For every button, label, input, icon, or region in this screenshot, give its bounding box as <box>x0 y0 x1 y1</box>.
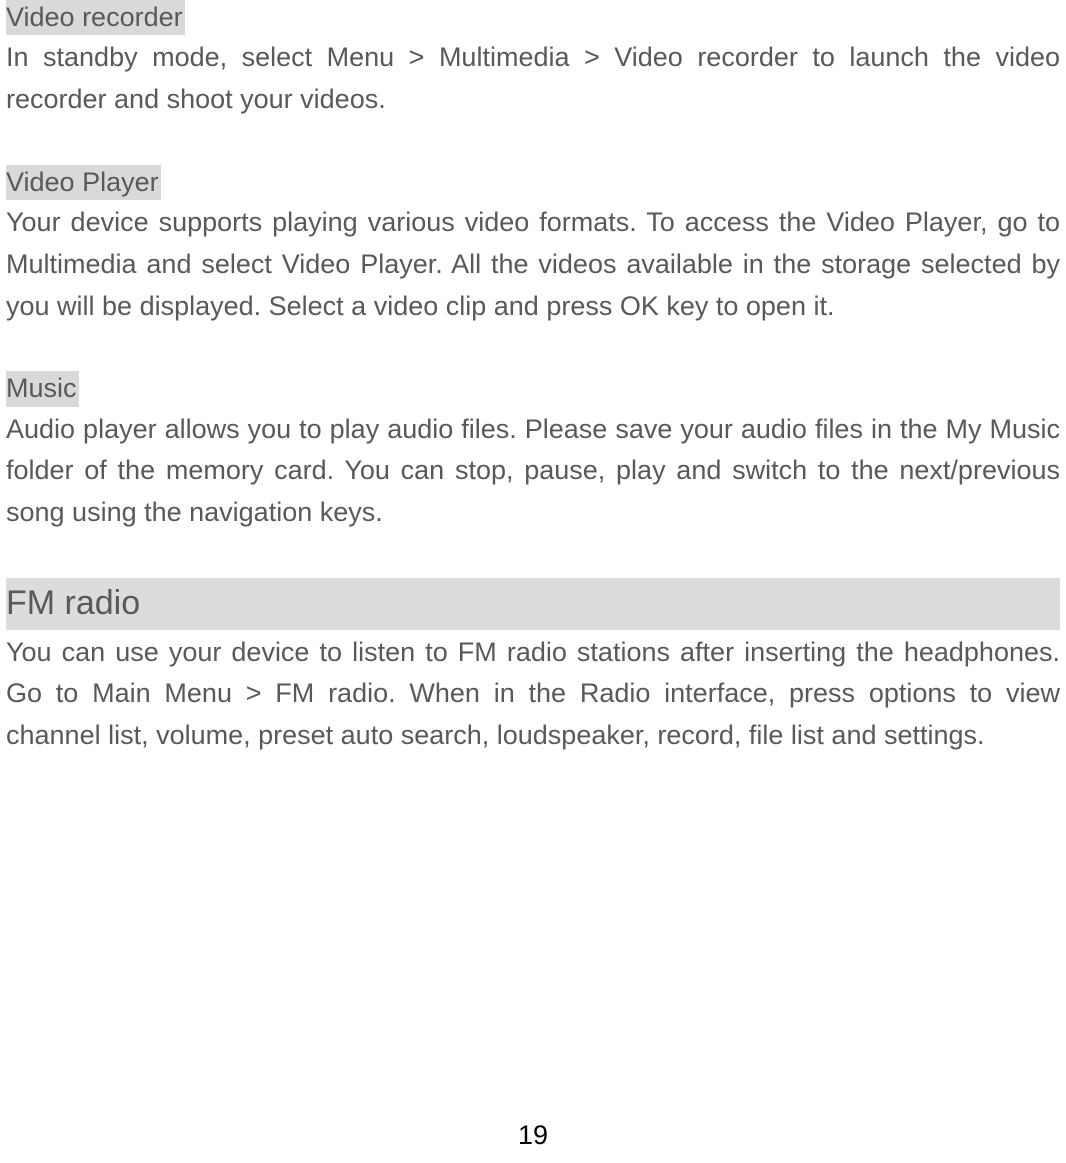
section-music: Music Audio player allows you to play au… <box>6 371 1060 534</box>
section-video-player: Video Player Your device supports playin… <box>6 165 1060 328</box>
body-video-recorder: In standby mode, select Menu > Multimedi… <box>6 37 1060 121</box>
heading-video-player: Video Player <box>6 165 161 200</box>
heading-music: Music <box>6 371 79 406</box>
body-music: Audio player allows you to play audio fi… <box>6 409 1060 535</box>
heading-fm-radio: FM radio <box>6 578 1060 630</box>
section-video-recorder: Video recorder In standby mode, select M… <box>6 0 1060 121</box>
body-fm-radio: You can use your device to listen to FM … <box>6 632 1060 758</box>
page-number: 19 <box>0 1120 1066 1151</box>
heading-video-recorder: Video recorder <box>6 0 185 35</box>
body-video-player: Your device supports playing various vid… <box>6 202 1060 328</box>
